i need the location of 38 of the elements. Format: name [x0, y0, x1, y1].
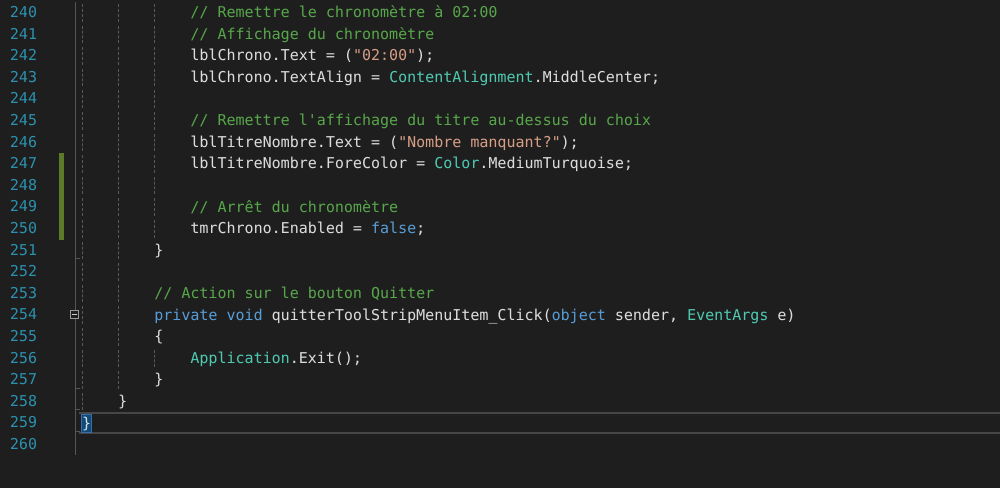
collapse-icon[interactable]: [70, 310, 79, 320]
code-line: }: [118, 392, 128, 410]
line-number: 241: [8, 24, 37, 45]
line-number: 254: [8, 304, 37, 326]
code-line: tmrChrono.Enabled = false;: [190, 220, 426, 238]
code-line: // Arrêt du chronomètre: [190, 198, 398, 216]
line-number: 256: [8, 348, 37, 368]
code-line: }: [154, 242, 164, 259]
line-number: 260: [8, 434, 37, 455]
line-number: 252: [8, 261, 37, 282]
line-number: 255: [8, 326, 37, 347]
line-number: 246: [8, 132, 37, 153]
code-line: // Action sur le bouton Quitter: [154, 285, 434, 302]
code-line: lblTitreNombre.Text = ("Nombre manquant?");: [190, 134, 579, 151]
code-line: // Remettre le chronomètre à 02:00: [190, 4, 498, 22]
code-line: // Affichage du chronomètre: [190, 26, 434, 43]
line-number: 245: [8, 110, 37, 131]
line-number: 259: [8, 412, 37, 434]
line-number: 253: [8, 282, 37, 304]
code-line: {: [154, 328, 164, 346]
line-number: 251: [8, 240, 37, 261]
line-number: 258: [8, 390, 37, 412]
code-line: }: [154, 371, 164, 388]
line-number: 249: [8, 196, 37, 218]
line-number: 250: [8, 218, 37, 239]
line-number: 243: [8, 66, 37, 88]
line-number: 247: [8, 153, 37, 174]
code-line: private void quitterToolStripMenuItem_Click(object sender, EventArgs e): [154, 306, 796, 324]
code-line: Application.Exit();: [190, 350, 362, 367]
line-number: 240: [8, 2, 37, 23]
line-number: 257: [8, 369, 37, 390]
code-line: lblChrono.TextAlign = ContentAlignment.MiddleCenter;: [190, 69, 660, 86]
code-line: // Remettre l'affichage du titre au-dessus du choix: [190, 112, 651, 130]
line-number: 242: [8, 45, 37, 66]
line-number: 244: [8, 88, 37, 110]
line-number: 248: [8, 174, 37, 196]
code-line: lblChrono.Text = ("02:00");: [190, 47, 434, 64]
code-line: lblTitreNombre.ForeColor = Color.MediumTurquoise;: [190, 155, 633, 172]
